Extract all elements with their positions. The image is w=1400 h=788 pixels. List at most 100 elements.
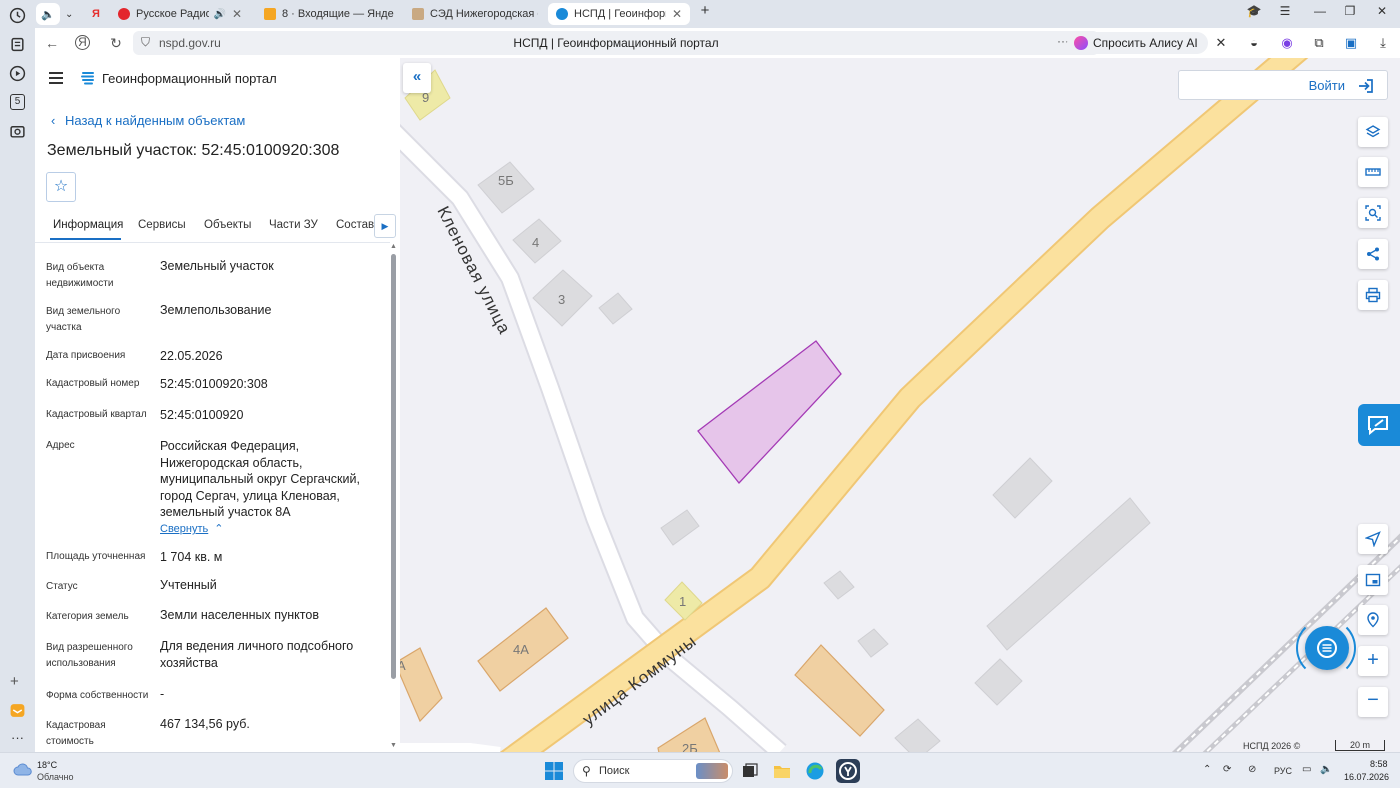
login-button[interactable]: Войти xyxy=(1178,70,1388,100)
building xyxy=(598,292,633,325)
login-icon xyxy=(1359,79,1373,93)
yandex-logo-icon[interactable]: Я xyxy=(75,35,90,50)
object-title: Земельный участок: 52:45:0100920:308 xyxy=(47,142,340,159)
tab-yandex-mail[interactable]: 8 · Входящие — Яндекс П xyxy=(256,3,402,25)
scroll-down-icon[interactable]: ▼ xyxy=(390,742,400,749)
zoom-in-button[interactable]: + xyxy=(1358,646,1388,676)
chevron-down-icon: ⌄ xyxy=(65,8,74,20)
tab-russkoe-radio[interactable]: Русское Радио — сл 🔊 ✕ xyxy=(110,3,250,25)
zoom-out-button[interactable]: − xyxy=(1358,687,1388,717)
active-tab-indicator xyxy=(50,238,121,240)
yandex-browser-icon[interactable] xyxy=(836,759,860,783)
extension-shield-icon[interactable]: ▣ xyxy=(1343,35,1359,51)
bookmarks-icon[interactable]: ☰ xyxy=(1275,4,1295,18)
file-explorer-icon[interactable] xyxy=(772,761,792,781)
building xyxy=(660,509,700,546)
minimap-button[interactable] xyxy=(1358,565,1388,595)
graduation-cap-icon[interactable]: 🎓 xyxy=(1244,4,1264,18)
tabs-scroll-right-button[interactable]: ▶ xyxy=(374,214,396,238)
back-arrow-icon[interactable]: ← xyxy=(43,34,61,52)
task-view-icon[interactable] xyxy=(740,761,760,781)
area-search-icon xyxy=(1365,205,1381,221)
map-canvas: 9 5Б 4 3 1 4А 2Б А Кленовая улица улица … xyxy=(400,58,1400,752)
tab-composition[interactable]: Состав xyxy=(336,219,374,231)
print-button[interactable] xyxy=(1358,280,1388,310)
location-pin-icon xyxy=(1367,612,1379,628)
volume-icon[interactable]: 🔈 xyxy=(1320,764,1332,775)
collapse-address-link[interactable]: Свернуть ⌃ xyxy=(160,522,223,535)
network-icon[interactable]: ▭ xyxy=(1302,764,1311,775)
collapse-panel-button[interactable]: « xyxy=(403,63,431,93)
screenshot-icon[interactable] xyxy=(9,123,26,140)
new-tab-button[interactable]: + xyxy=(695,2,715,19)
video-icon[interactable] xyxy=(9,65,26,82)
close-window-button[interactable]: ✕ xyxy=(1372,4,1392,18)
add-panel-icon[interactable]: + xyxy=(10,673,19,690)
tab-nspd[interactable]: НСПД | Геоинформаци ✕ xyxy=(548,3,690,25)
geolocation-button[interactable] xyxy=(1358,524,1388,554)
layers-button[interactable] xyxy=(1358,117,1388,147)
apps-badge-icon[interactable]: 5 xyxy=(10,94,25,110)
tab-objects[interactable]: Объекты xyxy=(204,219,251,231)
panel-header: Геоинформационный портал xyxy=(35,58,400,100)
weather-temperature[interactable]: 18°C xyxy=(37,760,57,770)
tab-sed[interactable]: СЭД Нижегородская обл xyxy=(404,3,546,25)
more-icon[interactable]: ··· xyxy=(9,729,26,746)
download-icon[interactable]: ⤓ xyxy=(1375,35,1391,51)
scroll-up-icon[interactable]: ▲ xyxy=(390,243,400,250)
favorite-button[interactable]: ☆ xyxy=(46,172,76,202)
url-field[interactable]: ⛉ nspd.gov.ru НСПД | Геоинформационный п… xyxy=(133,31,1099,55)
location-search-button[interactable] xyxy=(1358,605,1388,635)
extension-camera-icon[interactable]: ◉ xyxy=(1279,35,1295,51)
network-off-icon[interactable]: ⊘ xyxy=(1248,764,1256,775)
edge-browser-icon[interactable] xyxy=(805,761,825,781)
sync-icon[interactable]: ⟳ xyxy=(1223,764,1231,775)
ask-alice-button[interactable]: Спросить Алису AI xyxy=(1067,32,1208,54)
browser-side-rail: 5 + ··· xyxy=(0,0,35,752)
chat-button[interactable] xyxy=(1305,626,1349,670)
history-icon[interactable] xyxy=(9,7,26,24)
clock-time[interactable]: 8:58 xyxy=(1370,759,1388,769)
back-to-results-link[interactable]: ‹ Назад к найденным объектам xyxy=(51,113,245,128)
building xyxy=(857,628,889,658)
clock-date[interactable]: 16.07.2026 xyxy=(1344,772,1389,782)
support-button[interactable] xyxy=(1358,404,1400,446)
extension-tools-icon[interactable]: ✕ xyxy=(1213,35,1229,51)
selected-parcel[interactable] xyxy=(697,340,842,484)
cloud-icon xyxy=(13,763,32,776)
ruler-icon xyxy=(1365,168,1381,176)
extension-puzzle-icon[interactable]: ⧉ xyxy=(1311,35,1327,51)
menu-icon[interactable] xyxy=(49,72,63,84)
ruler-button[interactable] xyxy=(1358,157,1388,187)
close-icon[interactable]: ✕ xyxy=(666,7,682,21)
extension-hat-icon[interactable]: ◒ xyxy=(1246,35,1262,51)
taskbar-search[interactable]: ⚲ Поиск xyxy=(573,759,733,783)
page-title: НСПД | Геоинформационный портал xyxy=(513,36,719,50)
navigation-arrow-icon xyxy=(1364,531,1381,548)
reload-icon[interactable]: ↻ xyxy=(107,34,125,52)
windows-start-icon[interactable] xyxy=(544,761,564,781)
tab-yandex[interactable]: Я xyxy=(86,3,110,25)
chat-bubble-icon xyxy=(1317,638,1337,658)
panel-scrollbar-thumb[interactable] xyxy=(391,254,396,679)
weather-description[interactable]: Облачно xyxy=(37,772,73,782)
chevron-up-icon[interactable]: ⌃ xyxy=(1203,764,1211,775)
mail-app-icon[interactable] xyxy=(9,702,26,719)
tab-services[interactable]: Сервисы xyxy=(138,219,186,231)
input-language[interactable]: РУС xyxy=(1274,766,1292,776)
map-view[interactable]: 9 5Б 4 3 1 4А 2Б А Кленовая улица улица … xyxy=(400,58,1400,752)
house-label: 3 xyxy=(558,292,565,307)
tab-list-dropdown[interactable]: ⌄ xyxy=(60,3,82,25)
browser-tab-bar: 🔈 ⌄ Я Русское Радио — сл 🔊 ✕ 8 · Входящи… xyxy=(0,0,1400,28)
maximize-button[interactable]: ❐ xyxy=(1340,4,1360,18)
layers-icon xyxy=(1365,125,1381,138)
close-icon[interactable]: ✕ xyxy=(226,7,242,21)
select-area-button[interactable] xyxy=(1358,198,1388,228)
collections-icon[interactable] xyxy=(9,36,26,53)
tab-information[interactable]: Информация xyxy=(53,219,123,231)
tab-parts[interactable]: Части ЗУ xyxy=(269,219,318,231)
share-button[interactable] xyxy=(1358,239,1388,269)
minimize-button[interactable]: — xyxy=(1310,4,1330,18)
tab-audio[interactable]: 🔈 xyxy=(36,3,60,25)
search-highlight-image xyxy=(696,763,728,779)
